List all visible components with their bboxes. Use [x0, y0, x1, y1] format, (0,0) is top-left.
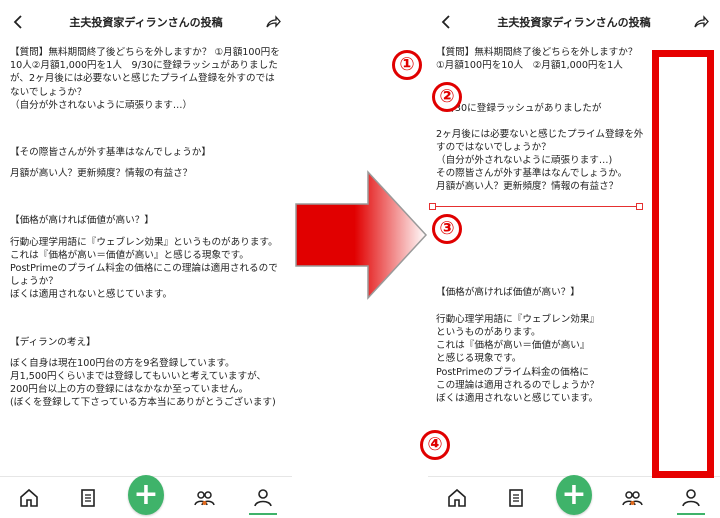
question-paragraph: 【質問】無料期間終了後どちらを外しますか？ ①月額100円を10人②月額1,00… — [10, 47, 280, 111]
marker-1: ① — [392, 50, 422, 80]
nav-profile[interactable] — [673, 480, 709, 516]
nav-posts[interactable] — [498, 480, 534, 516]
nav-home[interactable] — [439, 480, 475, 516]
post-content: 【質問】無料期間終了後どちらを外しますか？ ①月額100円を10人 ②月額1,0… — [436, 46, 648, 478]
nav-home[interactable] — [11, 480, 47, 516]
body-paragraph: 行動心理学用語に『ウェブレン効果』 というものがあります。 これは『価格が高い＝… — [436, 313, 600, 405]
active-tab-indicator — [676, 512, 705, 515]
page-title: 主夫投資家ディランさんの投稿 — [497, 16, 651, 29]
document-icon — [80, 488, 95, 507]
user-icon — [681, 488, 700, 506]
body-paragraph: 行動心理学用語に『ウェブレン効果』というものがあります。 これは『価格が高い＝価… — [10, 236, 278, 301]
selection-handle-right[interactable] — [636, 203, 643, 210]
post-content: 【質問】無料期間終了後どちらを外しますか？ ①月額100円を10人②月額1,00… — [10, 46, 284, 478]
section-heading: 【価格が高ければ価値が高い？】 — [10, 215, 154, 227]
highlight-box — [652, 50, 714, 478]
body-paragraph: 月額が高い人？更新頻度？情報の有益さ？ — [10, 168, 193, 180]
back-arrow-icon[interactable] — [10, 13, 28, 31]
plus-icon: + — [127, 474, 164, 515]
people-icon — [194, 490, 216, 505]
text-selection-line — [432, 206, 640, 207]
marker-4: ④ — [420, 430, 450, 460]
selection-handle-left[interactable] — [429, 203, 436, 210]
marker-2: ② — [432, 82, 462, 112]
plus-icon: + — [555, 474, 592, 515]
nav-posts[interactable] — [70, 480, 106, 516]
bottom-navigation: + — [428, 474, 720, 518]
page-title: 主夫投資家ディランさんの投稿 — [69, 16, 223, 29]
body-paragraph: 2ヶ月後には必要ないと感じたプライム登録を外すのではないでしょうか？ （自分が外… — [436, 128, 644, 193]
question-paragraph: 【質問】無料期間終了後どちらを外しますか？ ①月額100円を10人 ②月額1,0… — [436, 47, 638, 72]
top-bar: 主夫投資家ディランさんの投稿 — [428, 0, 720, 44]
nav-profile[interactable] — [245, 480, 281, 516]
active-tab-indicator — [248, 512, 277, 515]
user-icon — [253, 488, 272, 506]
marker-3: ③ — [432, 214, 462, 244]
right-arrow-graphic — [295, 170, 428, 300]
body-paragraph: ぼく自身は現在100円台の方を9名登録しています。 月1,500円くらいまでは登… — [10, 357, 276, 409]
top-bar: 主夫投資家ディランさんの投稿 — [0, 0, 292, 44]
share-icon[interactable] — [692, 13, 710, 31]
section-heading: 【価格が高ければ価値が高い？】 — [436, 286, 580, 298]
nav-community[interactable] — [614, 480, 650, 516]
section-heading: 【その際皆さんが外す基準はなんでしょうか】 — [10, 147, 211, 159]
home-icon — [448, 488, 466, 507]
section-heading: 【ディランの考え】 — [10, 336, 96, 348]
people-icon — [622, 490, 644, 505]
home-icon — [20, 488, 38, 507]
body-paragraph: 【9/30に登録ラッシュがありましたが — [436, 103, 602, 115]
bottom-navigation: + — [0, 474, 292, 518]
share-icon[interactable] — [264, 13, 282, 31]
left-phone-screen: 主夫投資家ディランさんの投稿 【質問】無料期間終了後どちらを外しますか？ ①月額… — [0, 0, 292, 518]
nav-create[interactable]: + — [127, 474, 164, 516]
nav-community[interactable] — [186, 480, 222, 516]
nav-create[interactable]: + — [555, 474, 592, 516]
back-arrow-icon[interactable] — [438, 13, 456, 31]
document-icon — [508, 488, 523, 507]
